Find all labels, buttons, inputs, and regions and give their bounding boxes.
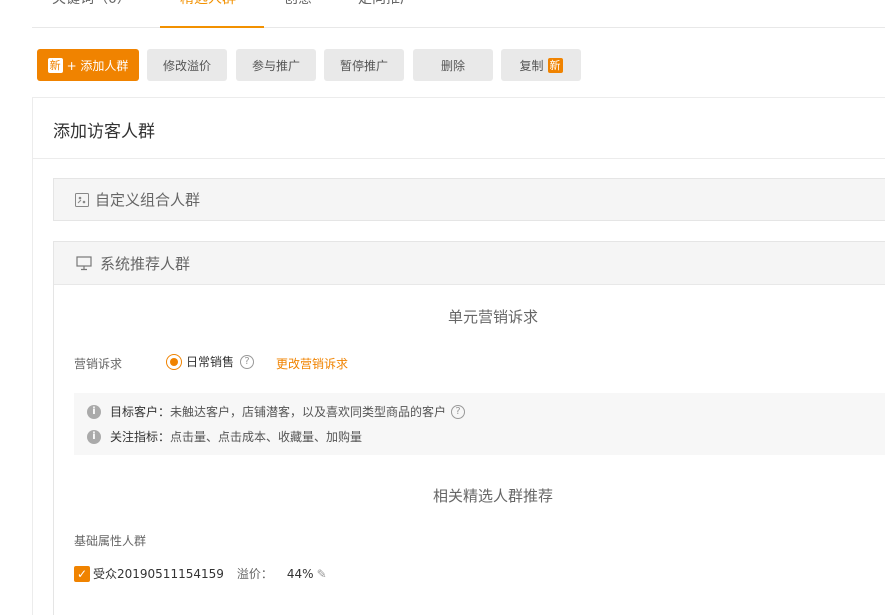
basic-attr-label: 基础属性人群 — [74, 534, 147, 548]
info-icon: i — [87, 429, 101, 444]
premium-label: 溢价： — [236, 567, 273, 581]
radio-dot — [170, 357, 178, 366]
info-value: 点击量、点击成本、收藏量、加购量 — [170, 430, 363, 444]
tab-keywords[interactable]: 关键词（0） — [52, 0, 131, 28]
panel-title: 添加访客人群 — [53, 122, 155, 142]
premium-value: 44% — [286, 566, 314, 581]
copy-button[interactable]: 复制 新 — [501, 49, 581, 81]
info-key: 目标客户： — [110, 405, 171, 419]
system-group: 系统推荐人群 单元营销诉求 营销诉求 日常销售 ? 更改营销诉求 i 目标客户：… — [53, 241, 885, 615]
target-customer-line: i 目标客户： 未触达客户，店铺潜客，以及喜欢同类型商品的客户 ? — [87, 403, 466, 420]
active-tab-underline — [160, 26, 264, 28]
info-value: 未触达客户，店铺潜客，以及喜欢同类型商品的客户 — [170, 405, 447, 419]
custom-group-icon — [75, 192, 89, 207]
delete-button[interactable]: 删除 — [413, 49, 493, 81]
tab-selected-audience[interactable]: 精选人群 — [180, 0, 236, 28]
recommend-section-title: 相关精选人群推荐 — [432, 487, 553, 505]
pause-promo-button[interactable]: 暂停推广 — [324, 49, 404, 81]
daily-sales-radio[interactable]: 日常销售 ? — [166, 353, 255, 370]
audience-name: 受众20190511154159 — [93, 567, 224, 581]
system-group-header[interactable]: 系统推荐人群 — [54, 242, 885, 285]
radio-circle — [166, 353, 182, 370]
custom-group-label: 自定义组合人群 — [95, 191, 201, 209]
new-badge: 新 — [47, 57, 63, 73]
tab-creative[interactable]: 创意 — [284, 0, 312, 28]
add-audience-label: + 添加人群 — [66, 58, 129, 73]
radio-label: 日常销售 — [186, 355, 235, 369]
tab-targeting[interactable]: 定向推广 — [358, 0, 414, 28]
audience-item: ✓ 受众20190511154159 溢价： 44% ✎ — [74, 565, 327, 582]
info-key: 关注指标： — [110, 430, 171, 444]
help-icon[interactable]: ? — [451, 404, 466, 419]
tab-bar: 关键词（0） 精选人群 创意 定向推广 — [32, 0, 885, 28]
add-audience-button[interactable]: 新 + 添加人群 — [37, 49, 139, 81]
audience-checkbox[interactable]: ✓ — [74, 565, 90, 582]
help-icon[interactable]: ? — [240, 354, 255, 369]
divider — [33, 158, 885, 159]
system-group-label: 系统推荐人群 — [100, 254, 191, 273]
copy-new-badge: 新 — [547, 57, 563, 73]
custom-group-header[interactable]: 自定义组合人群 — [53, 178, 885, 221]
add-visitor-audience-panel: 添加访客人群 自定义组合人群 系统推荐人群 单元营销诉求 营销诉求 日常销售 ?… — [32, 97, 885, 615]
pencil-icon[interactable]: ✎ — [317, 567, 327, 581]
unit-section-title: 单元营销诉求 — [447, 308, 538, 326]
copy-label: 复制 — [519, 58, 544, 73]
metrics-line: i 关注指标： 点击量、点击成本、收藏量、加购量 — [87, 428, 362, 445]
modify-premium-button[interactable]: 修改溢价 — [147, 49, 227, 81]
info-icon: i — [87, 404, 101, 419]
marketing-label: 营销诉求 — [74, 357, 123, 371]
change-marketing-link[interactable]: 更改营销诉求 — [276, 355, 348, 372]
info-box: i 目标客户： 未触达客户，店铺潜客，以及喜欢同类型商品的客户 ? i 关注指标… — [74, 393, 885, 455]
join-promo-button[interactable]: 参与推广 — [236, 49, 316, 81]
monitor-icon — [76, 255, 92, 270]
